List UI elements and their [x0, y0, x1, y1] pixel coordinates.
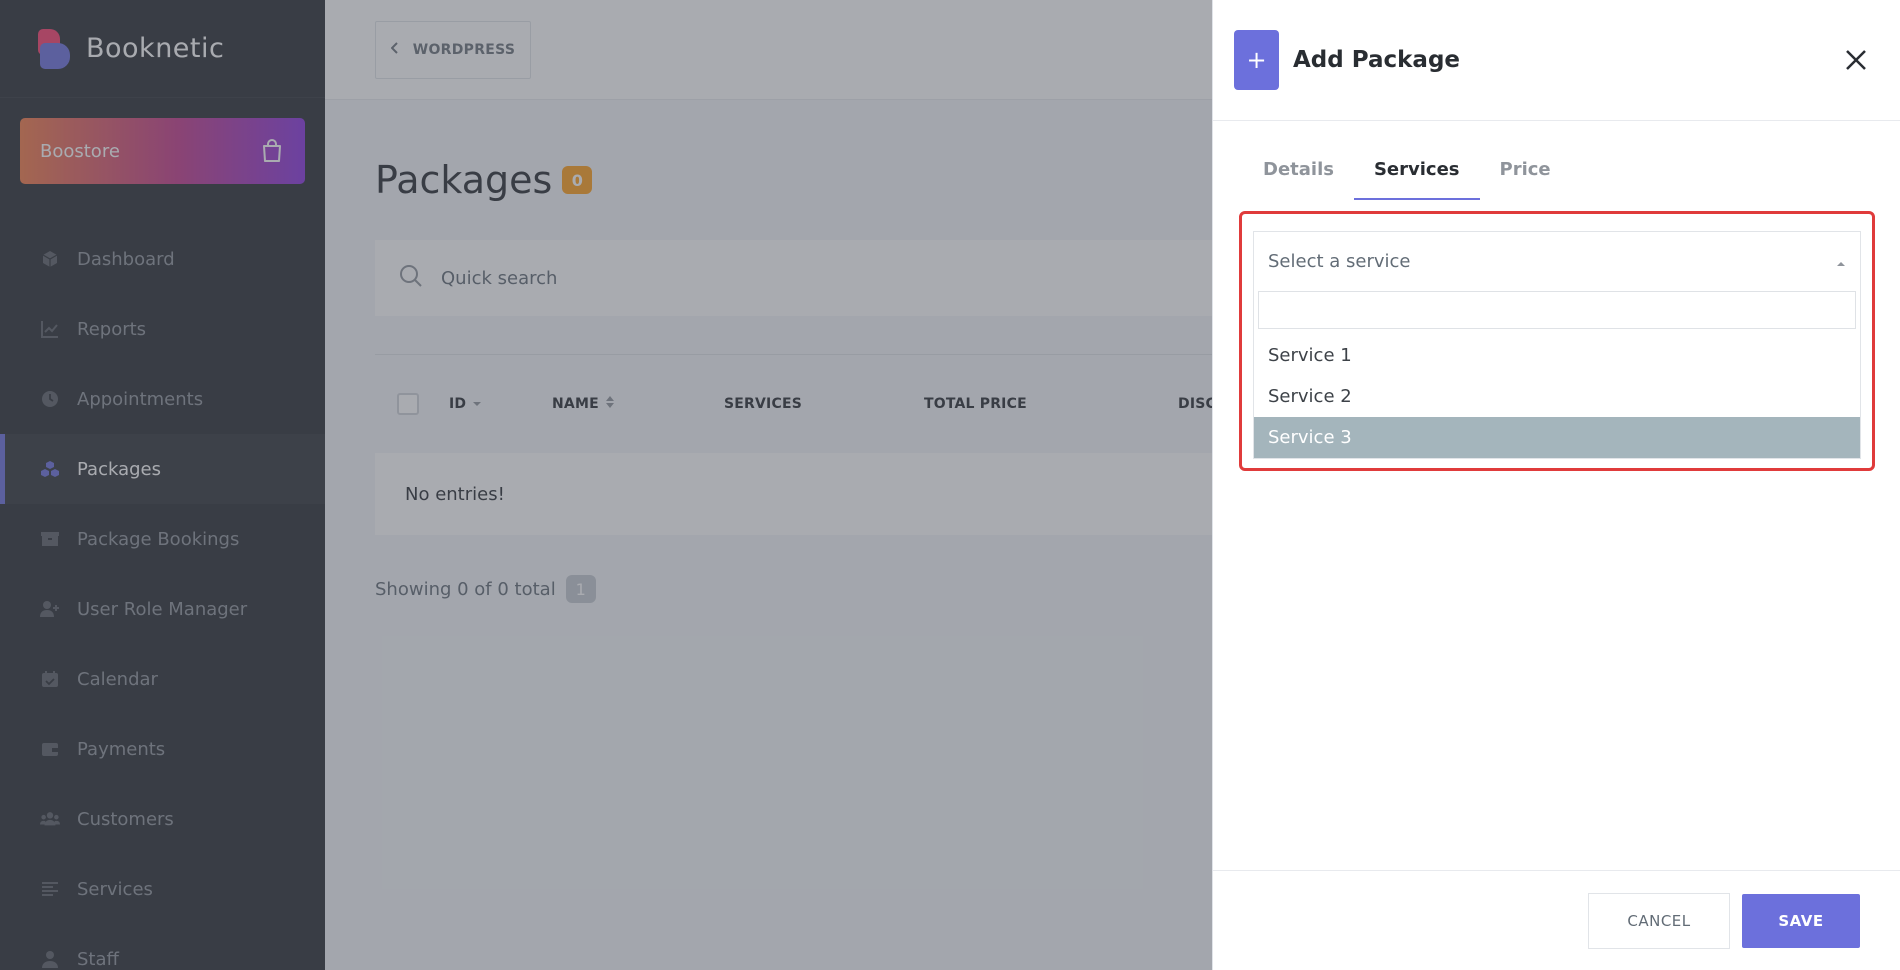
service-options: Service 1 Service 2 Service 3 — [1254, 335, 1860, 458]
service-select[interactable]: Select a service — [1253, 231, 1861, 291]
tab-price[interactable]: Price — [1480, 159, 1571, 199]
save-button[interactable]: SAVE — [1742, 893, 1860, 948]
caret-up-icon — [1836, 251, 1846, 272]
add-package-panel: + Add Package Details Services Price Sel… — [1212, 0, 1900, 970]
service-option[interactable]: Service 2 — [1254, 376, 1860, 417]
service-option-highlighted[interactable]: Service 3 — [1254, 417, 1860, 458]
plus-icon: + — [1234, 30, 1279, 90]
service-select-placeholder: Select a service — [1268, 251, 1411, 272]
cancel-button[interactable]: CANCEL — [1588, 892, 1730, 949]
service-dropdown: Service 1 Service 2 Service 3 — [1253, 291, 1861, 459]
tab-services[interactable]: Services — [1353, 159, 1480, 200]
service-option[interactable]: Service 1 — [1254, 335, 1860, 376]
panel-header: + Add Package — [1213, 0, 1900, 121]
modal-backdrop[interactable] — [0, 0, 1212, 970]
service-select-highlight: Select a service Service 1 Service 2 Ser… — [1239, 211, 1875, 471]
panel-tabs: Details Services Price — [1243, 159, 1900, 200]
tab-details[interactable]: Details — [1243, 159, 1354, 199]
panel-footer: CANCEL SAVE — [1213, 870, 1900, 970]
service-dropdown-search[interactable] — [1258, 291, 1856, 329]
close-icon[interactable] — [1844, 48, 1868, 72]
panel-title: Add Package — [1293, 47, 1461, 73]
